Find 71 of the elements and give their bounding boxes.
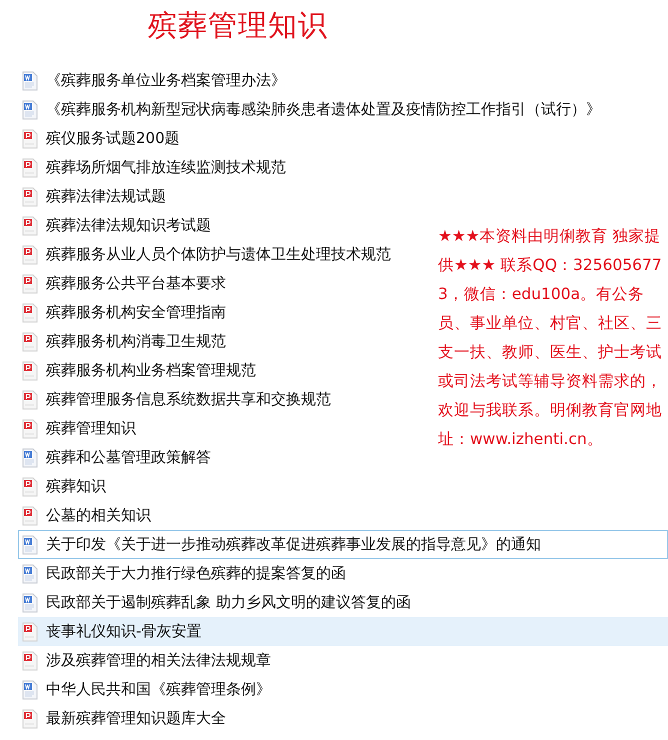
pdf-document-icon — [22, 302, 38, 322]
file-name: 殡葬管理服务信息系统数据共享和交换规范 — [46, 389, 331, 410]
file-name: 殡葬场所烟气排放连续监测技术规范 — [46, 157, 286, 178]
page-title: 殡葬管理知识 — [148, 8, 328, 42]
pdf-document-icon — [22, 216, 38, 236]
file-name: 殡葬知识 — [46, 476, 106, 498]
pdf-document-icon — [22, 158, 38, 178]
file-row[interactable]: 殡葬服务从业人员个体防护与遗体卫生处理技术规范 — [18, 240, 398, 269]
pdf-document-icon — [22, 332, 38, 352]
pdf-document-icon — [22, 274, 38, 294]
promo-notice: ★★★本资料由明俐教育 独家提供★★★ 联系QQ：3256056773，微信：edu100a。有公务员、事业单位、村官、社区、三支一扶、教师、医生、护士考试或司法考试等辅导资料需求的，欢迎与我联系。明俐教育官网地址：www.izhenti.cn。 — [438, 226, 663, 450]
pdf-document-icon — [22, 418, 38, 438]
file-row[interactable]: 殡葬法律法规试题 — [18, 182, 173, 211]
file-row[interactable]: 殡葬管理服务信息系统数据共享和交换规范 — [18, 385, 338, 414]
file-row[interactable]: 民政部关于遏制殡葬乱象 助力乡风文明的建议答复的函 — [18, 588, 418, 617]
file-row[interactable]: 殡仪服务试题200题 — [18, 124, 187, 153]
file-row[interactable]: 《殡葬服务机构新型冠状病毒感染肺炎患者遗体处置及疫情防控工作指引（试行）》 — [18, 95, 608, 124]
file-name: 《殡葬服务单位业务档案管理办法》 — [46, 70, 286, 92]
file-row[interactable]: 《殡葬服务单位业务档案管理办法》 — [18, 66, 293, 95]
file-name: 公墓的相关知识 — [46, 505, 151, 526]
word-document-icon — [22, 534, 38, 554]
file-name: 殡葬服务公共平台基本要求 — [46, 273, 226, 294]
word-document-icon — [22, 100, 38, 120]
pdf-document-icon — [22, 128, 38, 148]
file-row[interactable]: 殡葬服务机构消毒卫生规范 — [18, 327, 233, 356]
pdf-document-icon — [22, 708, 38, 728]
file-name: 丧事礼仪知识-骨灰安置 — [46, 621, 202, 642]
file-row[interactable]: 民政部关于大力推行绿色殡葬的提案答复的函 — [18, 559, 353, 588]
pdf-document-icon — [22, 506, 38, 526]
file-name: 《殡葬服务机构新型冠状病毒感染肺炎患者遗体处置及疫情防控工作指引（试行）》 — [46, 99, 601, 120]
file-name: 殡葬法律法规知识考试题 — [46, 215, 211, 236]
file-name: 涉及殡葬管理的相关法律法规规章 — [46, 650, 271, 672]
pdf-document-icon — [22, 244, 38, 264]
file-row[interactable]: 殡葬法律法规知识考试题 — [18, 211, 218, 240]
file-name: 民政部关于大力推行绿色殡葬的提案答复的函 — [46, 563, 346, 584]
pdf-document-icon — [22, 622, 38, 642]
file-row[interactable]: 公墓的相关知识 — [18, 501, 158, 530]
file-row[interactable]: 殡葬管理知识 — [18, 414, 143, 443]
file-row[interactable]: 殡葬场所烟气排放连续监测技术规范 — [18, 153, 293, 182]
pdf-document-icon — [22, 360, 38, 380]
file-name: 殡葬管理知识 — [46, 418, 136, 440]
word-document-icon — [22, 680, 38, 700]
pdf-document-icon — [22, 390, 38, 410]
pdf-document-icon — [22, 476, 38, 496]
file-row[interactable]: 中华人民共和国《殡葬管理条例》 — [18, 675, 278, 704]
file-row[interactable]: 丧事礼仪知识-骨灰安置 — [18, 617, 668, 646]
file-name: 最新殡葬管理知识题库大全 — [46, 708, 226, 730]
file-name: 殡葬法律法规试题 — [46, 186, 166, 208]
file-row[interactable]: 殡葬和公墓管理政策解答 — [18, 443, 218, 472]
pdf-document-icon — [22, 650, 38, 670]
word-document-icon — [22, 448, 38, 468]
file-name: 殡葬服务机构业务档案管理规范 — [46, 360, 256, 382]
file-row[interactable]: 最新殡葬管理知识题库大全 — [18, 704, 233, 733]
file-name: 殡仪服务试题200题 — [46, 128, 180, 150]
word-document-icon — [22, 564, 38, 584]
file-row[interactable]: 殡葬服务机构安全管理指南 — [18, 298, 233, 327]
word-document-icon — [22, 592, 38, 612]
file-name: 殡葬服务机构消毒卫生规范 — [46, 331, 226, 352]
file-name: 殡葬服务从业人员个体防护与遗体卫生处理技术规范 — [46, 244, 391, 266]
file-name: 关于印发《关于进一步推动殡葬改革促进殡葬事业发展的指导意见》的通知 — [46, 534, 541, 556]
file-row[interactable]: 殡葬知识 — [18, 472, 113, 501]
pdf-document-icon — [22, 186, 38, 206]
word-document-icon — [22, 70, 38, 90]
file-row[interactable]: 关于印发《关于进一步推动殡葬改革促进殡葬事业发展的指导意见》的通知 — [18, 530, 668, 559]
file-name: 中华人民共和国《殡葬管理条例》 — [46, 679, 271, 700]
file-row[interactable]: 涉及殡葬管理的相关法律法规规章 — [18, 646, 278, 675]
file-row[interactable]: 殡葬服务机构业务档案管理规范 — [18, 356, 263, 385]
file-name: 殡葬和公墓管理政策解答 — [46, 447, 211, 468]
file-row[interactable]: 殡葬服务公共平台基本要求 — [18, 269, 233, 298]
file-name: 殡葬服务机构安全管理指南 — [46, 302, 226, 324]
file-name: 民政部关于遏制殡葬乱象 助力乡风文明的建议答复的函 — [46, 592, 411, 614]
